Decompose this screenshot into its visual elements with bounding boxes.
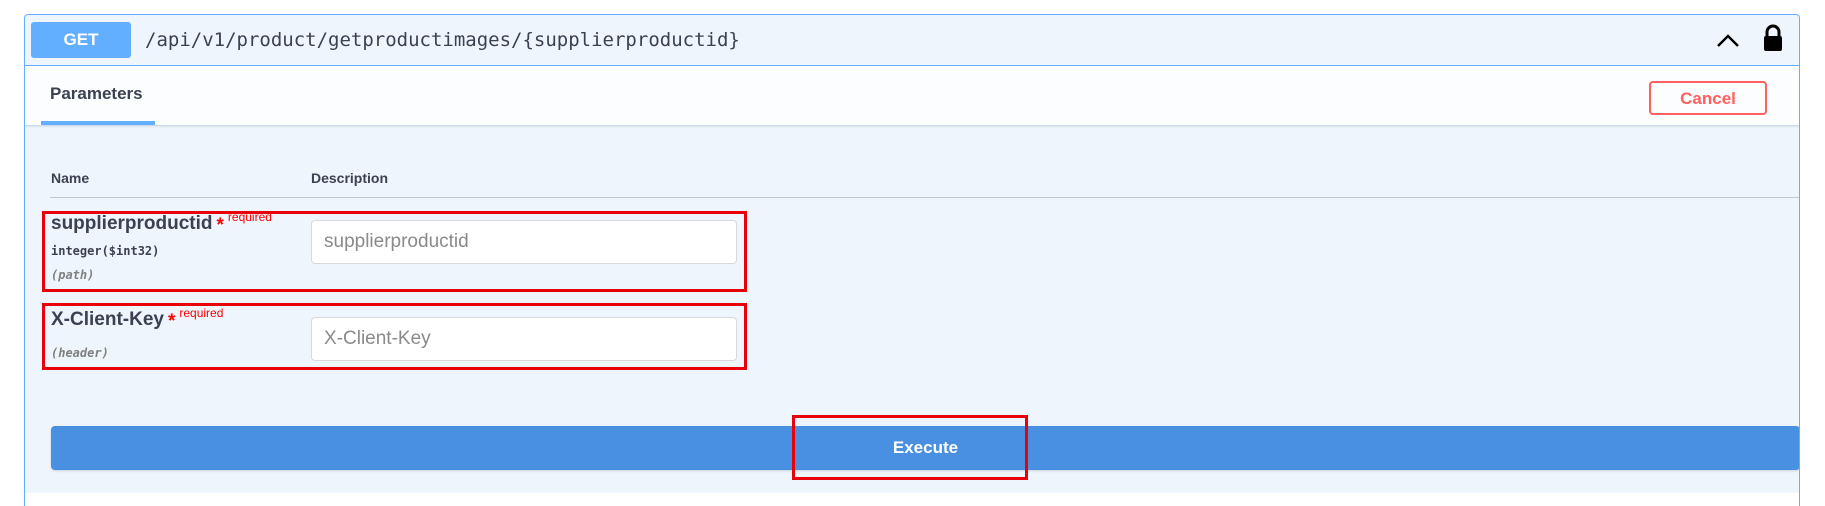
required-star: * (216, 215, 224, 236)
tab-parameters[interactable]: Parameters (41, 66, 155, 125)
param-name-text: supplierproductid (51, 213, 213, 234)
param-name-supplierproductid: supplierproductid * required (51, 210, 272, 236)
method-badge: GET (31, 22, 131, 58)
cancel-button[interactable]: Cancel (1649, 81, 1767, 115)
param-location: (path) (51, 268, 95, 282)
chevron-up-icon[interactable] (1715, 28, 1741, 54)
execute-button[interactable]: Execute (51, 426, 1799, 470)
x-client-key-input[interactable] (311, 317, 737, 361)
required-label: required (227, 210, 272, 224)
param-location: (header) (51, 346, 109, 360)
header-divider (50, 197, 1799, 198)
opblock-summary[interactable]: GET /api/v1/product/getproductimages/{su… (25, 15, 1799, 66)
endpoint-path: /api/v1/product/getproductimages/{suppli… (145, 29, 740, 51)
opblock-get: GET /api/v1/product/getproductimages/{su… (24, 14, 1800, 506)
column-header-description: Description (311, 170, 389, 186)
param-name-x-client-key: X-Client-Key * required (51, 306, 224, 332)
param-name-text: X-Client-Key (51, 309, 164, 330)
bottom-strip (25, 493, 1799, 506)
page: GET /api/v1/product/getproductimages/{su… (0, 0, 1825, 506)
parameters-section-header: Parameters Cancel (25, 66, 1799, 126)
supplierproductid-input[interactable] (311, 220, 737, 264)
required-label: required (179, 306, 224, 320)
required-star: * (167, 311, 176, 332)
column-header-name: Name (51, 170, 90, 186)
lock-icon[interactable] (1762, 24, 1784, 52)
param-type: integer($int32) (51, 244, 160, 258)
